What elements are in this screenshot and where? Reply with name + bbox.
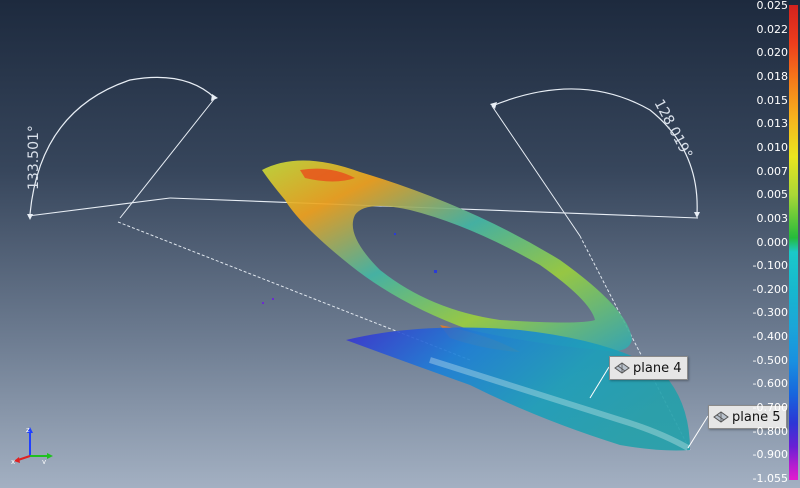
plane-5-leader: [687, 415, 709, 449]
plane-icon: [713, 411, 729, 423]
stray-point: [262, 302, 264, 304]
plane-4-label: plane 4: [633, 360, 682, 376]
arc-arrow-1a: [27, 214, 33, 220]
plane-4-tag[interactable]: plane 4: [609, 356, 689, 380]
color-scale-label: -0.700: [752, 401, 788, 415]
color-scale-label: -0.100: [752, 259, 788, 273]
color-scale-label: 0.022: [756, 22, 789, 36]
color-scale-label: 0.007: [756, 164, 789, 178]
color-scale-label: 0.000: [756, 235, 789, 249]
point-cloud-scene: [27, 76, 709, 451]
color-scale-label: 0.018: [756, 69, 789, 83]
x-axis-line: [17, 455, 31, 461]
angle-arc-1: [29, 76, 216, 215]
color-scale-label: -0.800: [752, 424, 788, 438]
color-scale-label: -0.600: [752, 377, 788, 391]
color-scale-label: -0.400: [752, 330, 788, 344]
color-scale-label: -0.200: [752, 282, 788, 296]
stray-point: [434, 270, 437, 273]
plane-icon: [614, 362, 630, 374]
color-scale-label: 0.025: [756, 0, 789, 12]
color-scale-label: 0.010: [756, 140, 789, 154]
color-scale-bar: [789, 5, 798, 480]
color-scale-label: 0.020: [756, 46, 789, 60]
color-scale-label: 0.015: [756, 93, 789, 107]
color-scale-label: 0.003: [756, 211, 789, 225]
reference-line-left: [27, 197, 171, 217]
angle-leg-1: [119, 97, 216, 219]
color-scale-label: -0.900: [752, 448, 788, 462]
color-scale-label: 0.013: [756, 117, 789, 131]
y-axis-arrow: [47, 453, 53, 459]
stray-point: [272, 298, 274, 300]
arc-arrow-1b: [211, 94, 218, 101]
3d-viewport[interactable]: 133.501° 128.019° plane 4 plane 5 0.025 0…: [0, 0, 800, 488]
x-axis-label: x: [11, 458, 15, 464]
stray-point: [394, 233, 396, 235]
color-scale-labels: 0.025 0.022 0.020 0.018 0.015 0.013 0.010 0.007…: [728, 0, 788, 488]
color-scale-label: -1.055: [752, 472, 788, 485]
y-axis-label: y: [42, 458, 46, 464]
z-axis-label: z: [26, 426, 30, 434]
angle-leg-2: [491, 105, 581, 237]
color-scale-label: 0.005: [756, 188, 789, 202]
angle-measurement-1[interactable]: 133.501°: [26, 125, 42, 190]
color-scale-label: -0.500: [752, 353, 788, 367]
arc-arrow-2b: [694, 212, 700, 218]
ring-surface: [262, 160, 632, 352]
color-scale-label: -0.300: [752, 306, 788, 320]
axis-triad: z y x: [11, 426, 53, 464]
